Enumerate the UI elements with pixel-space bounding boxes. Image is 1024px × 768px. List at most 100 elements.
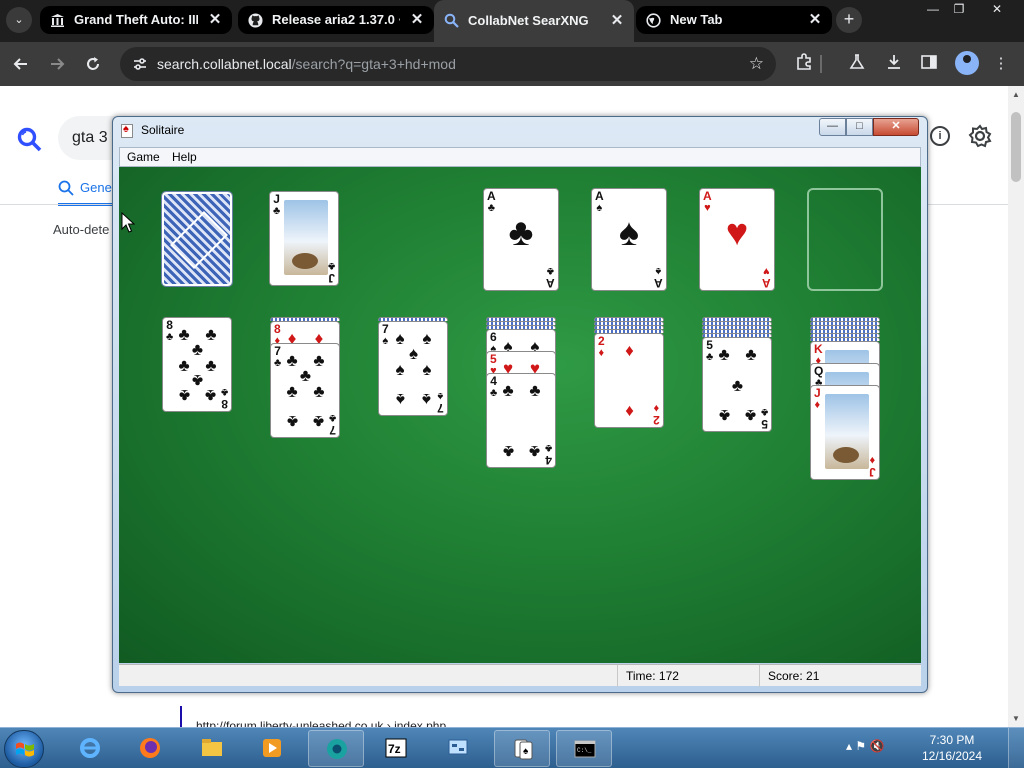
tray-icons[interactable]: ▴ ⚑ 🔇	[846, 739, 884, 753]
foundation-pile-2[interactable]: A ♥ ♥ A ♥	[699, 188, 775, 291]
card-rank-text: 8	[166, 318, 173, 332]
profile-avatar-icon[interactable]	[955, 51, 979, 75]
suit-pip-icon: ♣	[205, 355, 217, 375]
gear-icon[interactable]	[968, 124, 992, 148]
foundation-empty-slot[interactable]	[807, 188, 883, 291]
solitaire-menubar: Game Help	[119, 147, 921, 167]
system-tray[interactable]: ▴ ⚑ 🔇	[846, 739, 884, 759]
solitaire-game-board[interactable]: J♣ J♣ A♣♣A♣A♠♠A♠A♥♥A♥ 8♣♣♣♣♣♣♣♣♣8♣8♦♦♦♦♦…	[119, 167, 921, 663]
suit-pip-icon: ♣	[529, 380, 541, 400]
card-rank-text: Q	[814, 364, 824, 378]
solitaire-minimize-button[interactable]: —	[819, 118, 846, 136]
time-label: Time:	[626, 669, 656, 683]
category-tab-general[interactable]: Gene	[58, 178, 122, 206]
download-icon[interactable]	[883, 53, 905, 75]
menu-game[interactable]: Game	[127, 150, 160, 164]
card-rank-inverted: J ♣	[327, 260, 335, 285]
searxng-logo-search-icon[interactable]	[16, 126, 42, 152]
browser-tab-searxng[interactable]: CollabNet SearXNG ✕	[434, 0, 634, 42]
card-suit-icon: ♦	[598, 347, 605, 359]
back-button[interactable]	[8, 51, 34, 77]
taskbar-app-chrome-like-browser[interactable]	[308, 730, 364, 767]
tab-close-icon[interactable]: ✕	[807, 6, 823, 34]
suit-pip-icon: ♦	[625, 402, 634, 422]
extensions-icon[interactable]	[793, 53, 815, 75]
menu-help[interactable]: Help	[172, 150, 197, 164]
solitaire-maximize-button[interactable]: □	[846, 118, 873, 136]
card-rank-inverted: A ♣	[546, 265, 555, 290]
tableau-card[interactable]: 5 ♣ ♣ ♣ ♣ ♣ ♣ 5 ♣	[702, 337, 772, 432]
info-icon[interactable]: i	[930, 126, 950, 146]
tab-close-icon[interactable]: ✕	[409, 6, 425, 34]
reload-button[interactable]	[80, 51, 106, 77]
svg-text:C:\_: C:\_	[577, 747, 592, 754]
7zip-icon: 7z	[385, 738, 407, 758]
taskbar-app-solitaire[interactable]: ♠	[494, 730, 550, 767]
foundation-pile-1[interactable]: A ♠ ♠ A ♠	[591, 188, 667, 291]
taskbar-app-internet-explorer[interactable]	[62, 730, 118, 767]
scroll-down-arrow-icon[interactable]: ▼	[1011, 714, 1021, 723]
tab-title: Grand Theft Auto: III (R	[74, 12, 198, 27]
side-panel-icon[interactable]	[918, 53, 940, 75]
tableau-card[interactable]: 7 ♠ ♠ ♠ ♠ ♠ ♠ ♠ ♠ 7 ♠	[378, 321, 448, 416]
tableau-card[interactable]: 4 ♣ ♣ ♣ ♣ ♣ 4 ♣	[486, 373, 556, 468]
control-panel-icon	[448, 739, 468, 755]
solitaire-window: Solitaire — □ ✕ Game Help J♣ J♣ A♣♣A♣A♠♠…	[112, 116, 928, 693]
card-suit-icon: ♦	[814, 399, 821, 411]
taskbar-app-file-explorer[interactable]	[184, 730, 240, 767]
url-text: search.collabnet.local/search?q=gta+3+hd…	[157, 47, 456, 81]
language-auto-detect[interactable]: Auto-dete	[53, 222, 109, 237]
new-tab-button[interactable]: +	[836, 7, 862, 33]
tab-close-icon[interactable]: ✕	[207, 6, 223, 34]
browser-tab-gta[interactable]: Grand Theft Auto: III (R ✕	[40, 6, 232, 34]
address-bar[interactable]: search.collabnet.local/search?q=gta+3+hd…	[120, 47, 776, 81]
card-rank-inverted: 4 ♣	[545, 442, 552, 467]
status-score: Score: 21	[759, 665, 921, 687]
taskbar-clock[interactable]: 7:30 PM 12/16/2024	[920, 732, 984, 764]
tableau-card[interactable]: J ♦ J ♦	[810, 385, 880, 480]
suit-pip-icon: ♣	[745, 406, 757, 426]
card-pips: ♣ ♣ ♣ ♣ ♣	[713, 344, 761, 426]
taskbar-app-command-prompt[interactable]: C:\_	[556, 730, 612, 767]
solitaire-close-button[interactable]: ✕	[873, 118, 919, 136]
browser-tab-newtab[interactable]: New Tab ✕	[636, 6, 832, 34]
chrome-like-browser-icon	[327, 739, 347, 759]
github-icon	[248, 13, 263, 28]
scroll-up-arrow-icon[interactable]: ▲	[1011, 90, 1021, 99]
time-value: 172	[658, 669, 679, 683]
site-settings-icon[interactable]	[132, 56, 148, 72]
card-rank-inverted: A ♥	[762, 265, 771, 290]
browser-close-button[interactable]: ✕	[982, 0, 1012, 18]
foundation-pile-0[interactable]: A ♣ ♣ A ♣	[483, 188, 559, 291]
tableau-card[interactable]: 8 ♣ ♣ ♣ ♣ ♣ ♣ ♣ ♣ ♣ 8 ♣	[162, 317, 232, 412]
globe-icon	[646, 13, 661, 28]
show-desktop-button[interactable]	[1008, 728, 1024, 768]
browser-restore-button[interactable]: ❐	[944, 0, 974, 18]
start-button[interactable]	[4, 730, 44, 768]
tableau-card[interactable]: 2 ♦ ♦ ♦ 2 ♦	[594, 333, 664, 428]
tableau-card[interactable]: 7 ♣ ♣ ♣ ♣ ♣ ♣ ♣ ♣ 7 ♣	[270, 343, 340, 438]
tab-close-icon[interactable]: ✕	[609, 0, 625, 42]
taskbar-app-firefox[interactable]	[122, 730, 178, 767]
taskbar-app-media-player[interactable]	[244, 730, 300, 767]
waste-pile-top-card[interactable]: J ♣ J ♣	[269, 191, 339, 286]
suit-pip-icon: ♣	[745, 344, 757, 364]
stock-pile[interactable]	[161, 191, 233, 287]
card-rank-text: A	[654, 276, 663, 290]
browser-menu-kebab-icon[interactable]: ⋮	[990, 53, 1012, 75]
labs-flask-icon[interactable]	[846, 53, 868, 75]
scrollbar-thumb[interactable]	[1011, 112, 1021, 182]
status-time: Time: 172	[617, 665, 759, 687]
taskbar-app-control-panel[interactable]	[430, 730, 486, 767]
score-label: Score:	[768, 669, 803, 683]
ace-suit-icon: ♣	[508, 212, 534, 254]
tab-search-button[interactable]: ⌄	[6, 7, 32, 33]
browser-tab-aria2[interactable]: Release aria2 1.37.0 · ar ✕	[238, 6, 434, 34]
bookmark-star-icon[interactable]: ☆	[749, 47, 764, 81]
page-scrollbar[interactable]: ▲ ▼	[1008, 86, 1024, 727]
forward-button[interactable]	[44, 51, 70, 77]
card-rank-text: 5	[706, 338, 713, 352]
taskbar-app-7zip[interactable]: 7z	[368, 730, 424, 767]
solitaire-app-icon	[121, 123, 133, 138]
columns-icon	[51, 14, 64, 27]
